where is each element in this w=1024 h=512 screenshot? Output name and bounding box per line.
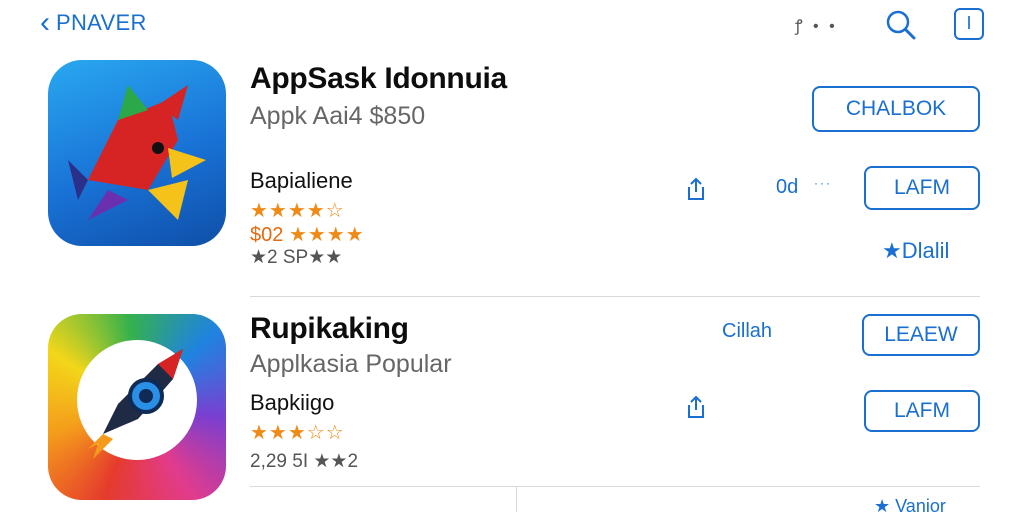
counter-label: 0d [776, 176, 799, 198]
share-icon[interactable] [683, 394, 709, 420]
chevron-left-icon: ‹ [40, 6, 50, 39]
primary-action-button[interactable]: CHALBOK [812, 86, 980, 132]
rating-stars: ★★★☆☆ [250, 422, 345, 444]
app-icon-rocket[interactable] [48, 314, 226, 500]
rating-meta: 2,29 5I ★★2 [250, 451, 359, 472]
secondary-action-button[interactable]: LAFM [864, 166, 980, 210]
app-icon-bird-rocket[interactable] [48, 60, 226, 246]
top-nav-bar: ‹ PNAVER ꝭ • • I [0, 0, 1024, 48]
price-stars: ★★★★ [288, 224, 365, 246]
app-genre: Bapialiene [250, 168, 353, 193]
price-line: $02 ★★★★ [250, 222, 365, 247]
column-divider [516, 486, 517, 512]
share-icon[interactable] [683, 176, 709, 202]
rating-meta: ★2 SP★★ [250, 247, 343, 268]
app-subtitle: Applkasia Popular [250, 350, 452, 378]
row-divider [250, 486, 980, 487]
app-subtitle: Appk Aai4 $850 [250, 102, 426, 130]
more-icon[interactable]: ꝭ • • [795, 14, 838, 36]
app-title: AppSask Idonnuia [250, 62, 507, 95]
category-link[interactable]: Cillah [722, 320, 772, 343]
footer-link[interactable]: ★ Vanior [874, 496, 946, 512]
primary-action-button[interactable]: LEAEW [862, 314, 980, 356]
back-label: PNAVER [56, 10, 147, 35]
back-button[interactable]: ‹ PNAVER [40, 6, 147, 40]
price-value: $02 [250, 224, 284, 246]
app-list-item[interactable]: AppSask Idonnuia Appk Aai4 $850 Bapialie… [0, 60, 1024, 296]
ellipsis-icon: ··· [814, 176, 832, 190]
app-genre: Bapkiigo [250, 390, 335, 415]
row-divider [250, 296, 980, 297]
secondary-action-button[interactable]: LAFM [864, 390, 980, 432]
app-list-item[interactable]: Rupikaking Applkasia Popular Bapkiigo ★★… [0, 300, 1024, 500]
account-icon[interactable]: I [954, 8, 984, 40]
rating-link[interactable]: ★Dlalil [882, 238, 949, 264]
search-icon[interactable] [884, 8, 918, 42]
app-title: Rupikaking [250, 312, 409, 345]
rating-stars: ★★★★☆ [250, 200, 345, 222]
